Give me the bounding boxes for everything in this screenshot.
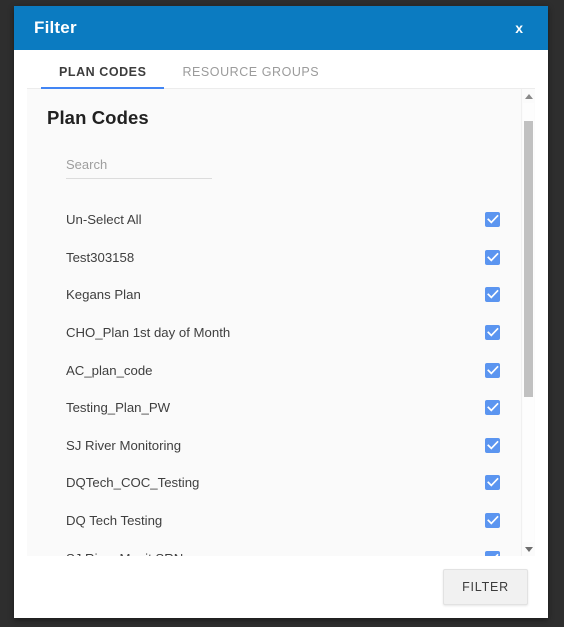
vertical-scrollbar[interactable] [521, 89, 535, 556]
dialog-titlebar: Filter x [14, 6, 548, 50]
tab-plan-codes-label: PLAN CODES [59, 65, 147, 79]
checkbox-icon[interactable] [485, 400, 500, 416]
plan-codes-scroll-area[interactable]: Plan Codes Un-Select All Test303158 Kegans… [27, 89, 521, 556]
search-row [66, 155, 521, 179]
list-item[interactable]: Testing_Plan_PW [27, 389, 521, 427]
list-item-label: Test303158 [66, 249, 135, 265]
scroll-down-arrow-icon[interactable] [522, 542, 535, 556]
list-item-label: DQ Tech Testing [66, 513, 163, 529]
tab-resource-groups-label: RESOURCE GROUPS [182, 65, 320, 79]
list-item-label: Testing_Plan_PW [66, 400, 171, 416]
list-item[interactable]: DQTech_COC_Testing [27, 464, 521, 502]
checkbox-icon[interactable] [485, 212, 500, 228]
filter-button[interactable]: FILTER [443, 569, 528, 605]
list-item[interactable]: Kegans Plan [27, 276, 521, 314]
close-icon[interactable]: x [509, 17, 529, 39]
scroll-up-arrow-icon[interactable] [522, 89, 535, 103]
list-item[interactable]: Test303158 [27, 239, 521, 277]
list-item-label: DQTech_COC_Testing [66, 475, 200, 491]
checkbox-icon[interactable] [485, 437, 500, 453]
checkbox-icon[interactable] [485, 513, 500, 529]
checkbox-icon[interactable] [485, 287, 500, 303]
list-item[interactable]: AC_plan_code [27, 351, 521, 389]
checkbox-icon[interactable] [485, 550, 500, 556]
tab-resource-groups[interactable]: RESOURCE GROUPS [164, 65, 337, 89]
list-item-label: AC_plan_code [66, 362, 153, 378]
list-item[interactable]: SJ River Monit SRN [27, 539, 521, 556]
list-item[interactable]: CHO_Plan 1st day of Month [27, 314, 521, 352]
checkbox-icon[interactable] [485, 249, 500, 265]
dialog-title: Filter [34, 18, 77, 37]
list-item-label: Un-Select All [66, 212, 142, 228]
list-item-label: SJ River Monitoring [66, 437, 182, 453]
filter-dialog: Filter x PLAN CODES RESOURCE GROUPS Plan… [14, 6, 548, 618]
list-item-label: CHO_Plan 1st day of Month [66, 325, 231, 341]
scrollbar-thumb[interactable] [524, 121, 533, 397]
list-item-label: SJ River Monit SRN [66, 551, 485, 556]
dialog-footer: FILTER [14, 556, 548, 618]
checkbox-icon[interactable] [485, 325, 500, 341]
list-item-label: Kegans Plan [66, 287, 141, 303]
checkbox-icon[interactable] [485, 475, 500, 491]
plan-code-list: Un-Select All Test303158 Kegans Plan CHO_Pl… [27, 201, 521, 556]
list-item[interactable]: DQ Tech Testing [27, 502, 521, 540]
scrollbar-track[interactable] [523, 103, 534, 542]
list-item[interactable]: SJ River Monitoring [27, 427, 521, 465]
tab-bar: PLAN CODES RESOURCE GROUPS [14, 50, 548, 89]
list-item[interactable]: Un-Select All [27, 201, 521, 239]
plan-codes-panel: Plan Codes Un-Select All Test303158 Kegans… [27, 89, 535, 556]
checkbox-icon[interactable] [485, 362, 500, 378]
tab-plan-codes[interactable]: PLAN CODES [41, 65, 165, 89]
page-title: Plan Codes [47, 107, 149, 128]
search-input[interactable] [66, 155, 212, 179]
